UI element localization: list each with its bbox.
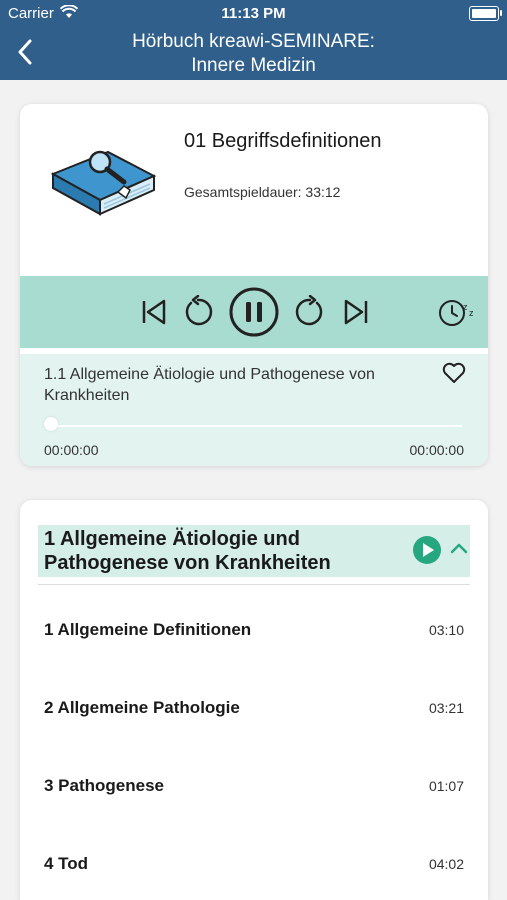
chapter-length: 01:07: [428, 778, 464, 794]
skip-back-button[interactable]: [136, 290, 172, 334]
heart-icon: [442, 362, 466, 383]
pause-button[interactable]: [228, 286, 280, 338]
chapter-row[interactable]: 3 Pathogenese 01:07: [44, 776, 464, 806]
top-bar: Carrier 11:13 PM Hörbuch kreawi-SEMINARE…: [0, 0, 507, 80]
player-card: 01 Begriffsdefinitionen Gesamtspieldauer…: [20, 104, 488, 466]
page-title-line2: Innere Medizin: [191, 55, 316, 76]
track-title: 01 Begriffsdefinitionen: [184, 130, 382, 152]
current-chapter-title: 1.1 Allgemeine Ätiologie und Pathogenese…: [44, 366, 375, 404]
battery-icon: [469, 6, 502, 21]
chevron-left-icon: [18, 39, 32, 65]
chapter-length: 03:10: [428, 622, 464, 638]
clock: 11:13 PM: [221, 5, 286, 22]
elapsed-time: 00:00:00: [44, 442, 99, 458]
skip-back-icon: [142, 299, 166, 325]
section-play-button[interactable]: [412, 535, 442, 570]
remaining-time: 00:00:00: [409, 442, 465, 458]
chapter-name: 4 Tod: [44, 854, 89, 873]
page-title-line1: Hörbuch kreawi-SEMINARE:: [132, 31, 375, 52]
collapse-button[interactable]: [450, 541, 468, 559]
back-button[interactable]: [10, 34, 40, 70]
page-title: Hörbuch kreawi-SEMINARE: Innere Medizin: [60, 30, 447, 78]
svg-text:z: z: [463, 302, 468, 312]
chapter-row[interactable]: 1 Allgemeine Definitionen 03:10: [44, 620, 464, 650]
skip-forward-button[interactable]: [338, 290, 374, 334]
favorite-button[interactable]: [442, 362, 466, 389]
sleep-timer-icon: z z: [439, 300, 474, 326]
chapter-name: 1 Allgemeine Definitionen: [44, 620, 252, 639]
section-divider: [38, 584, 470, 585]
section-title: 1 Allgemeine Ätiologie und Pathogenese v…: [44, 528, 331, 574]
forward-icon: [295, 295, 323, 326]
sleep-timer-button[interactable]: z z: [436, 290, 478, 334]
playback-controls: z z: [20, 276, 488, 348]
audiobook-cover-icon: [48, 134, 158, 219]
pause-icon: [229, 287, 279, 337]
chapter-name: 2 Allgemeine Pathologie: [44, 698, 240, 717]
progress-area: 1.1 Allgemeine Ätiologie und Pathogenese…: [20, 354, 488, 466]
rewind-icon: [185, 295, 213, 326]
chapter-name: 3 Pathogenese: [44, 776, 164, 795]
duration-label: Gesamtspieldauer:: [184, 184, 302, 200]
svg-text:z: z: [469, 308, 474, 318]
chapter-list-card: 1 Allgemeine Ätiologie und Pathogenese v…: [20, 500, 488, 900]
forward-button[interactable]: [290, 290, 330, 334]
skip-forward-icon: [344, 299, 368, 325]
play-icon: [413, 536, 441, 564]
chapter-row[interactable]: 2 Allgemeine Pathologie 03:21: [44, 698, 464, 728]
section-header[interactable]: 1 Allgemeine Ätiologie und Pathogenese v…: [38, 525, 470, 577]
chapter-row[interactable]: 4 Tod 04:02: [44, 854, 464, 884]
chapter-length: 04:02: [428, 856, 464, 872]
status-bar: Carrier 11:13 PM: [0, 0, 507, 28]
total-duration: Gesamtspieldauer: 33:12: [184, 184, 340, 200]
chapter-length: 03:21: [428, 700, 464, 716]
chevron-up-icon: [450, 543, 468, 554]
progress-track[interactable]: [46, 425, 462, 427]
rewind-button[interactable]: [178, 290, 218, 334]
progress-slider-handle[interactable]: [44, 417, 58, 431]
duration-value: 33:12: [305, 184, 341, 200]
